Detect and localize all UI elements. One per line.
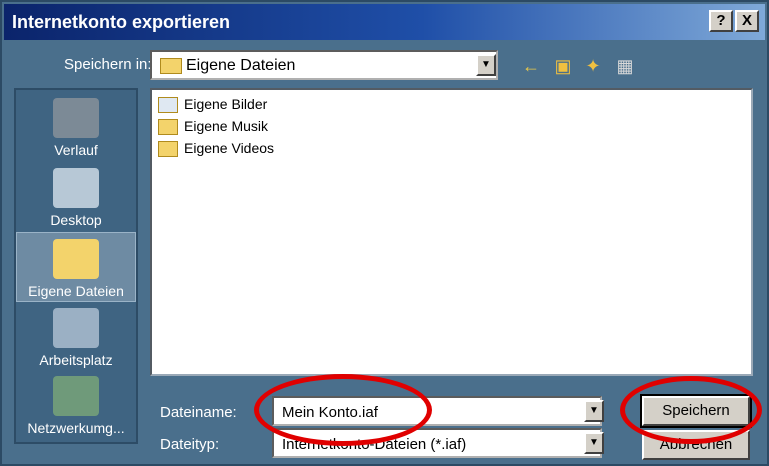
- save-in-value: Eigene Dateien: [186, 57, 296, 74]
- chevron-down-icon[interactable]: ▼: [584, 400, 604, 422]
- my-computer-icon: [53, 308, 99, 348]
- list-item[interactable]: Eigene Bilder: [158, 96, 268, 114]
- pictures-folder-icon: [158, 97, 178, 114]
- network-icon: [53, 376, 99, 416]
- place-network[interactable]: Netzwerkumg...: [16, 376, 136, 436]
- place-label: Eigene Dateien: [28, 283, 124, 299]
- file-name: Eigene Bilder: [184, 96, 268, 112]
- save-in-label: Speichern in:: [64, 56, 152, 73]
- folder-icon: [158, 119, 178, 136]
- chevron-down-icon[interactable]: ▼: [476, 54, 496, 76]
- desktop-icon: [53, 168, 99, 208]
- my-documents-icon: [53, 239, 99, 279]
- file-name: Eigene Videos: [184, 140, 275, 156]
- folder-icon: [158, 141, 178, 158]
- list-item[interactable]: Eigene Videos: [158, 140, 275, 158]
- place-my-computer[interactable]: Arbeitsplatz: [16, 308, 136, 368]
- filetype-label: Dateityp:: [160, 436, 220, 453]
- chevron-down-icon[interactable]: ▼: [584, 432, 604, 454]
- up-folder-icon[interactable]: ▣: [550, 54, 576, 78]
- filename-label: Dateiname:: [160, 404, 237, 421]
- place-my-documents[interactable]: Eigene Dateien: [16, 232, 136, 302]
- file-list[interactable]: Eigene Bilder Eigene Musik Eigene Videos: [150, 88, 753, 376]
- window-title: Internetkonto exportieren: [12, 12, 231, 32]
- view-menu-icon[interactable]: ▦: [612, 54, 638, 78]
- title-bar[interactable]: Internetkonto exportieren ? X: [4, 4, 765, 40]
- history-icon: [53, 98, 99, 138]
- place-label: Netzwerkumg...: [27, 420, 125, 436]
- export-dialog: Internetkonto exportieren ? X Speichern …: [0, 0, 769, 466]
- save-button-highlight-ellipse: [620, 376, 762, 444]
- place-label: Verlauf: [54, 142, 98, 158]
- back-icon[interactable]: ←: [518, 54, 544, 78]
- file-name: Eigene Musik: [184, 118, 269, 134]
- place-history[interactable]: Verlauf: [16, 98, 136, 158]
- close-button[interactable]: X: [735, 10, 759, 32]
- places-bar: Verlauf Desktop Eigene Dateien Arbeitspl…: [14, 88, 138, 444]
- list-item[interactable]: Eigene Musik: [158, 118, 269, 136]
- save-in-combo[interactable]: Eigene Dateien ▼: [150, 50, 498, 80]
- my-documents-icon: [160, 58, 182, 74]
- place-label: Arbeitsplatz: [39, 352, 113, 368]
- place-label: Desktop: [50, 212, 102, 228]
- new-folder-icon[interactable]: ✦: [580, 54, 606, 78]
- place-desktop[interactable]: Desktop: [16, 168, 136, 228]
- help-button[interactable]: ?: [709, 10, 733, 32]
- filename-highlight-ellipse: [254, 374, 432, 446]
